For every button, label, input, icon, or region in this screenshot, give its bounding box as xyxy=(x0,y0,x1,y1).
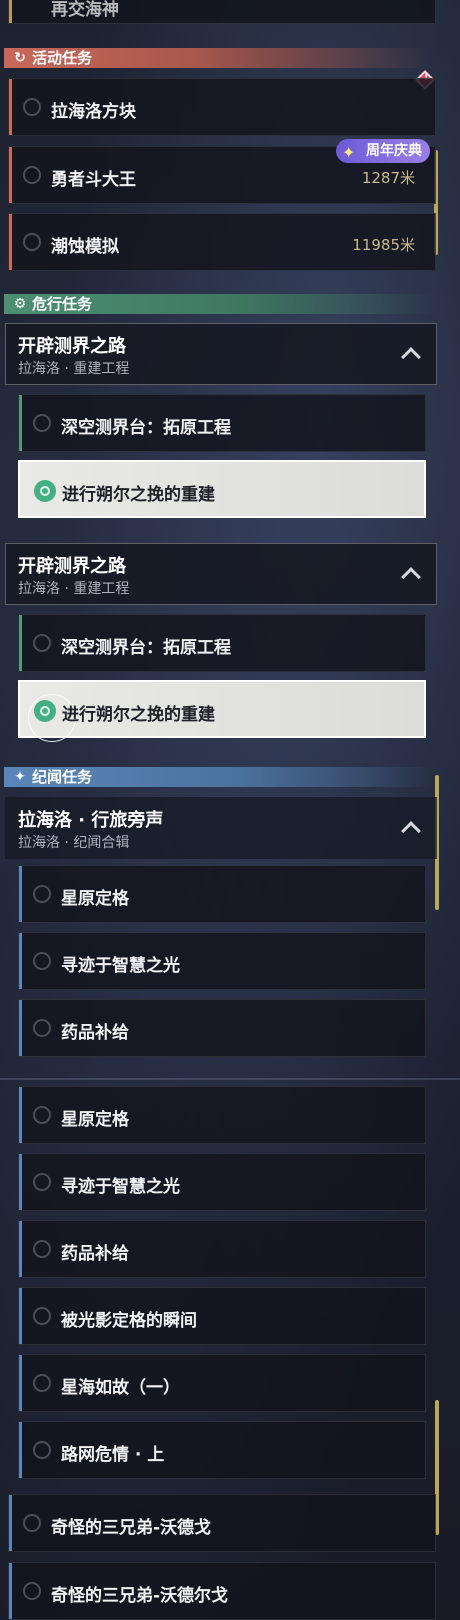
radio-icon[interactable] xyxy=(33,1307,51,1325)
radio-icon[interactable] xyxy=(33,952,51,970)
chevron-up-icon[interactable] xyxy=(401,347,421,367)
quest-label: 星原定格 xyxy=(61,889,129,909)
quest-row[interactable]: 星原定格 xyxy=(18,865,426,923)
row-accent xyxy=(19,1221,22,1277)
quest-row-tracked[interactable]: 进行朔尔之挽的重建 xyxy=(18,460,426,518)
group-title: 开辟测界之路 xyxy=(18,556,126,577)
row-accent xyxy=(9,1563,12,1619)
quest-row[interactable]: 奇怪的三兄弟-沃德戈 xyxy=(8,1494,436,1552)
row-accent xyxy=(19,1000,22,1056)
quest-row[interactable]: 药品补给 xyxy=(18,999,426,1057)
section-divider xyxy=(0,1078,460,1080)
row-accent xyxy=(9,1495,12,1551)
quest-row[interactable]: 深空测界台：拓原工程 xyxy=(18,394,426,452)
quest-label: 寻迹于智慧之光 xyxy=(61,1177,180,1197)
quest-distance: 1287米 xyxy=(361,169,415,187)
quest-label: 进行朔尔之挽的重建 xyxy=(62,485,215,505)
anniversary-text: 周年庆典 xyxy=(366,143,422,159)
row-accent xyxy=(19,1288,22,1344)
gear-badge-icon: ⚙ xyxy=(13,296,27,312)
quest-row[interactable]: 被光影定格的瞬间 xyxy=(18,1287,426,1345)
row-accent xyxy=(19,1422,22,1478)
category-chronicle: ✦ 纪闻任务 xyxy=(4,767,432,787)
quest-row[interactable]: 深空测界台：拓原工程 xyxy=(18,614,426,672)
group-subtitle: 拉海洛 · 重建工程 xyxy=(18,581,130,597)
quest-label: 再交海神 xyxy=(51,0,119,20)
event-refresh-icon: ↻ xyxy=(14,50,26,66)
radio-icon[interactable] xyxy=(33,885,51,903)
radio-icon[interactable] xyxy=(33,634,51,652)
quest-label: 药品补给 xyxy=(61,1023,129,1043)
quest-label: 拉海洛方块 xyxy=(51,102,136,122)
row-accent xyxy=(19,866,22,922)
row-accent xyxy=(9,0,12,23)
quest-row[interactable]: 药品补给 xyxy=(18,1220,426,1278)
row-accent xyxy=(9,147,12,203)
quest-label: 路网危情 · 上 xyxy=(61,1445,165,1465)
radio-icon[interactable] xyxy=(23,166,41,184)
quest-label: 被光影定格的瞬间 xyxy=(61,1311,197,1331)
quest-row-tracked[interactable]: 进行朔尔之挽的重建 xyxy=(18,680,426,742)
quest-row[interactable]: 星海如故（一） xyxy=(18,1354,426,1412)
radio-icon[interactable] xyxy=(33,414,51,432)
anniversary-badge: ✦ 周年庆典 xyxy=(336,139,430,163)
radio-icon[interactable] xyxy=(23,98,41,116)
radio-icon[interactable] xyxy=(33,1240,51,1258)
category-event: ↻ 活动任务 xyxy=(4,48,432,68)
quest-row[interactable]: 寻迹于智慧之光 xyxy=(18,1153,426,1211)
radio-icon[interactable] xyxy=(33,1441,51,1459)
radio-icon[interactable] xyxy=(23,1582,41,1600)
row-accent xyxy=(19,1355,22,1411)
quest-label: 潮蚀模拟 xyxy=(51,237,119,257)
row-accent xyxy=(19,933,22,989)
radio-icon[interactable] xyxy=(33,1173,51,1191)
quest-label: 深空测界台：拓原工程 xyxy=(61,418,231,438)
quest-label: 勇者斗大王 xyxy=(51,170,136,190)
chevron-up-icon[interactable] xyxy=(401,821,421,841)
category-label: 活动任务 xyxy=(32,49,93,67)
quest-label: 寻迹于智慧之光 xyxy=(61,956,180,976)
row-accent xyxy=(9,79,12,135)
quest-label: 深空测界台：拓原工程 xyxy=(61,638,231,658)
radio-icon[interactable] xyxy=(23,1514,41,1532)
quest-row[interactable]: 拉海洛方块 xyxy=(8,78,436,136)
quest-label: 药品补给 xyxy=(61,1244,129,1264)
quest-row[interactable]: 路网危情 · 上 xyxy=(18,1421,426,1479)
quest-label: 奇怪的三兄弟-沃德尔戈 xyxy=(51,1586,229,1606)
group-subtitle: 拉海洛 · 纪闻合辑 xyxy=(18,835,130,851)
quest-row[interactable]: 寻迹于智慧之光 xyxy=(18,932,426,990)
row-accent xyxy=(19,1154,22,1210)
quest-group-header[interactable]: 开辟测界之路 拉海洛 · 重建工程 xyxy=(5,543,437,605)
quest-group-header[interactable]: 开辟测界之路 拉海洛 · 重建工程 xyxy=(5,323,437,385)
quest-label: 进行朔尔之挽的重建 xyxy=(62,705,215,725)
group-subtitle: 拉海洛 · 重建工程 xyxy=(18,361,130,377)
row-accent xyxy=(19,395,22,451)
category-label: 危行任务 xyxy=(32,295,93,313)
category-danger: ⚙ 危行任务 xyxy=(4,294,432,314)
group-title: 开辟测界之路 xyxy=(18,336,126,357)
category-label: 纪闻任务 xyxy=(32,768,93,786)
target-icon[interactable] xyxy=(28,694,76,742)
sparkle-icon: ✦ xyxy=(14,769,26,785)
quest-row[interactable]: 星原定格 xyxy=(18,1086,426,1144)
quest-label: 星原定格 xyxy=(61,1110,129,1130)
anniversary-logo-icon: ✦ xyxy=(342,143,356,162)
radio-icon[interactable] xyxy=(33,1019,51,1037)
quest-label: 星海如故（一） xyxy=(61,1378,180,1398)
quest-distance: 11985米 xyxy=(352,236,415,254)
quest-row[interactable]: 潮蚀模拟 11985米 xyxy=(8,213,436,271)
radio-icon[interactable] xyxy=(33,1106,51,1124)
row-accent xyxy=(19,615,22,671)
radio-icon[interactable] xyxy=(33,1374,51,1392)
radio-icon[interactable] xyxy=(23,233,41,251)
row-accent xyxy=(9,214,12,270)
quest-group-header[interactable]: 拉海洛 · 行旅旁声 拉海洛 · 纪闻合辑 xyxy=(5,797,437,859)
quest-row-partial[interactable]: 再交海神 xyxy=(8,0,436,24)
chevron-up-icon[interactable] xyxy=(401,567,421,587)
group-title: 拉海洛 · 行旅旁声 xyxy=(18,810,164,831)
target-icon[interactable] xyxy=(34,480,56,502)
quest-label: 奇怪的三兄弟-沃德戈 xyxy=(51,1518,212,1538)
row-accent xyxy=(19,1087,22,1143)
quest-row[interactable]: 奇怪的三兄弟-沃德尔戈 xyxy=(8,1562,436,1620)
